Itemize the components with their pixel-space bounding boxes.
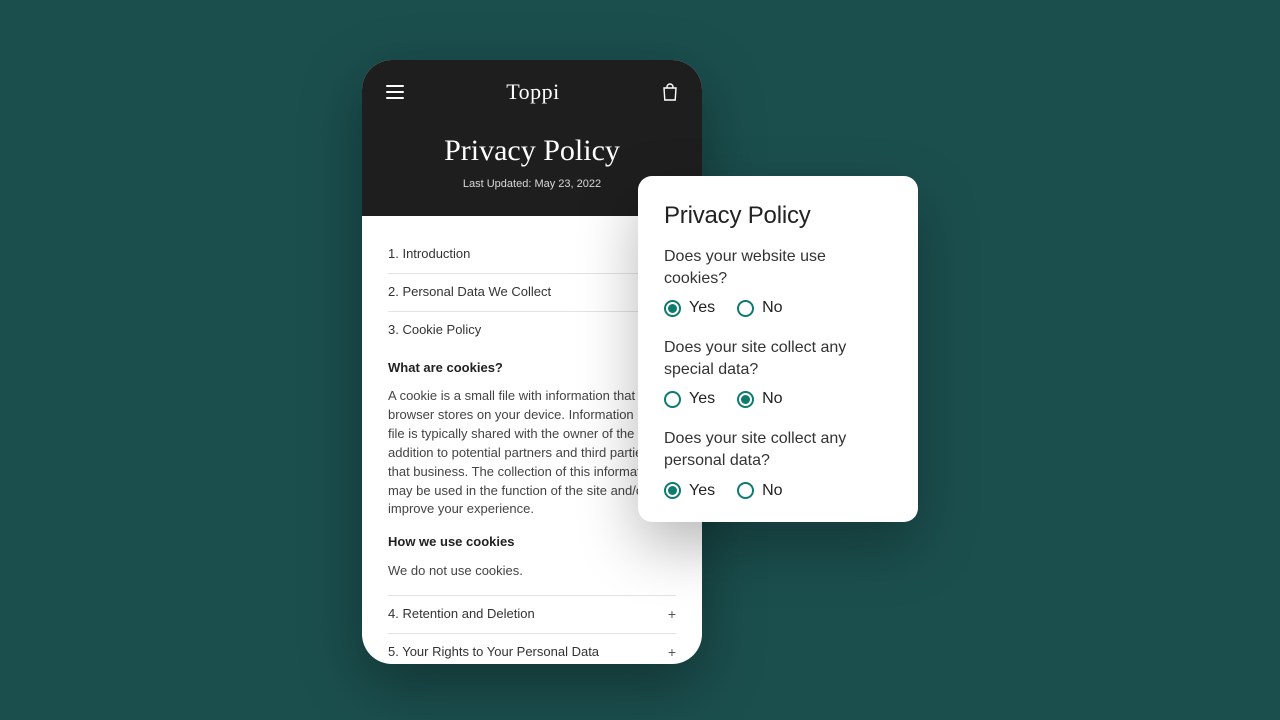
radio-label: Yes: [689, 390, 715, 408]
question-cookies: Does your website use cookies?: [664, 246, 892, 289]
radio-cookies-yes[interactable]: Yes: [664, 299, 715, 317]
radio-cookies-no[interactable]: No: [737, 299, 782, 317]
question-special-data: Does your site collect any special data?: [664, 337, 892, 380]
radio-label: No: [762, 482, 782, 500]
toc-label: 5. Your Rights to Your Personal Data: [388, 643, 599, 662]
radio-icon: [737, 482, 754, 499]
toc-item-introduction[interactable]: 1. Introduction: [388, 236, 676, 274]
page-title: Privacy Policy: [386, 134, 678, 168]
section-heading-how-we-use-cookies: How we use cookies: [388, 533, 676, 552]
radio-label: Yes: [689, 299, 715, 317]
toc-item-personal-data[interactable]: 2. Personal Data We Collect: [388, 274, 676, 312]
toc-item-your-rights[interactable]: 5. Your Rights to Your Personal Data +: [388, 634, 676, 664]
privacy-questionnaire-card: Privacy Policy Does your website use coo…: [638, 176, 918, 522]
toc-label: 2. Personal Data We Collect: [388, 283, 551, 302]
card-title: Privacy Policy: [664, 202, 892, 230]
options-special-data: Yes No: [664, 390, 892, 408]
options-personal-data: Yes No: [664, 482, 892, 500]
menu-icon[interactable]: [386, 85, 404, 99]
radio-label: No: [762, 299, 782, 317]
brand-logo: Toppi: [506, 79, 560, 105]
toc-item-cookie-policy[interactable]: 3. Cookie Policy: [388, 312, 676, 349]
radio-special-no[interactable]: No: [737, 390, 782, 408]
radio-icon: [737, 300, 754, 317]
phone-topbar: Toppi: [386, 80, 678, 104]
question-personal-data: Does your site collect any personal data…: [664, 428, 892, 471]
radio-label: No: [762, 390, 782, 408]
section-paragraph: We do not use cookies.: [388, 562, 676, 581]
section-paragraph: A cookie is a small file with informatio…: [388, 387, 676, 519]
toc-label: 1. Introduction: [388, 245, 470, 264]
radio-icon: [737, 391, 754, 408]
last-updated: Last Updated: May 23, 2022: [386, 178, 678, 190]
radio-personal-no[interactable]: No: [737, 482, 782, 500]
expand-icon: +: [668, 607, 676, 621]
section-heading-what-are-cookies: What are cookies?: [388, 359, 676, 378]
radio-special-yes[interactable]: Yes: [664, 390, 715, 408]
expand-icon: +: [668, 645, 676, 659]
toc-label: 3. Cookie Policy: [388, 321, 481, 340]
radio-label: Yes: [689, 482, 715, 500]
shopping-bag-icon[interactable]: [662, 83, 678, 101]
radio-personal-yes[interactable]: Yes: [664, 482, 715, 500]
options-cookies: Yes No: [664, 299, 892, 317]
radio-icon: [664, 300, 681, 317]
radio-icon: [664, 391, 681, 408]
radio-icon: [664, 482, 681, 499]
toc-label: 4. Retention and Deletion: [388, 605, 535, 624]
toc-item-retention[interactable]: 4. Retention and Deletion +: [388, 596, 676, 634]
